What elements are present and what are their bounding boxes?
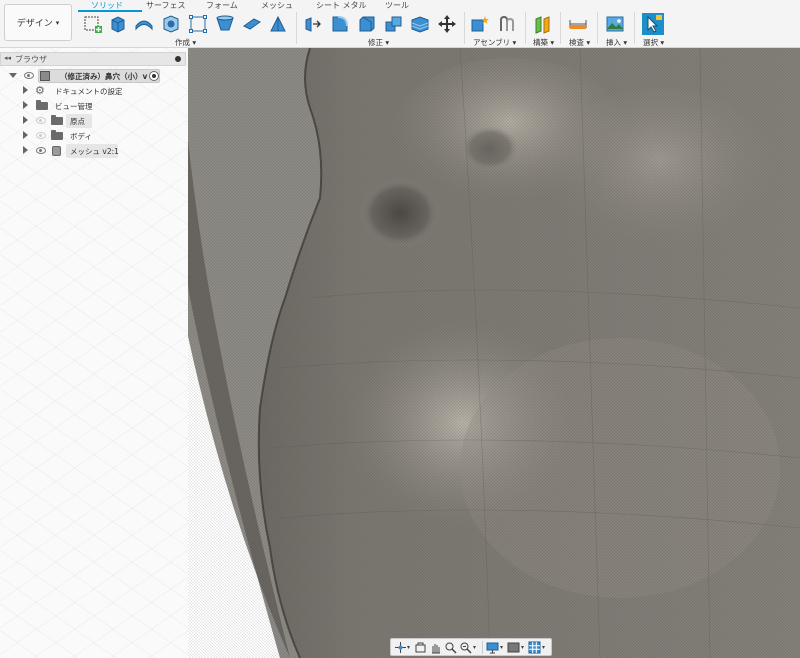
select-menu[interactable]: 選択 ▾	[643, 37, 664, 48]
construct-menu[interactable]: 構築 ▾	[533, 37, 554, 48]
expand-triangle-icon[interactable]	[23, 86, 28, 94]
chevron-down-icon: ▾	[55, 18, 60, 27]
revolve-icon[interactable]	[134, 14, 154, 34]
rib-icon[interactable]	[242, 14, 262, 34]
extrude-icon[interactable]	[108, 14, 128, 34]
tree-item-mesh[interactable]: メッシュ v2:1	[0, 144, 188, 158]
tree-item-bodies[interactable]: ボディ	[0, 129, 188, 143]
active-tab-indicator	[78, 10, 142, 12]
folder-icon	[36, 100, 48, 110]
workspace-label: デザイン	[16, 19, 53, 29]
fusion-app-window: デザイン ▾ ソリッド サーフェス フォーム メッシュ シート メタル ツール	[0, 0, 800, 658]
new-component-icon[interactable]	[470, 14, 490, 34]
nav-divider	[482, 641, 483, 654]
tab-sheet-metal[interactable]: シート メタル	[316, 0, 367, 11]
visibility-eye-icon[interactable]	[36, 147, 46, 154]
tab-form[interactable]: フォーム	[206, 0, 238, 11]
hole-icon[interactable]	[161, 14, 181, 34]
collapse-panel-icon[interactable]: ◂◂	[4, 54, 11, 62]
tab-tools[interactable]: ツール	[385, 0, 409, 11]
press-pull-icon[interactable]	[303, 14, 323, 34]
tree-item-origin[interactable]: 原点	[0, 114, 188, 128]
combine-icon[interactable]	[384, 14, 404, 34]
chevron-down-icon[interactable]: ▾	[407, 644, 410, 651]
gear-icon: ⚙	[35, 84, 45, 97]
inspect-menu[interactable]: 検査 ▾	[569, 37, 590, 48]
chevron-down-icon[interactable]: ▾	[500, 644, 503, 651]
chamfer-icon[interactable]	[357, 14, 377, 34]
expand-triangle-icon[interactable]	[23, 116, 28, 124]
folder-icon	[51, 115, 63, 125]
pan-icon[interactable]	[429, 641, 442, 654]
look-at-icon[interactable]	[414, 641, 427, 654]
toolbar-divider	[296, 12, 297, 44]
toolbar-divider	[464, 12, 465, 44]
expand-triangle-icon[interactable]	[23, 131, 28, 139]
root-label: （修正済み）鼻穴（小）v	[60, 72, 148, 81]
grid-settings-icon[interactable]	[528, 641, 541, 654]
visibility-eye-icon[interactable]	[36, 117, 46, 124]
expand-triangle-icon[interactable]	[9, 73, 17, 78]
tab-mesh[interactable]: メッシュ	[261, 0, 293, 11]
expand-triangle-icon[interactable]	[23, 146, 28, 154]
fillet-icon[interactable]	[330, 14, 350, 34]
mesh-body-icon	[52, 146, 61, 156]
browser-title: ブラウザ	[15, 55, 47, 64]
expand-triangle-icon[interactable]	[23, 101, 28, 109]
component-icon	[40, 71, 50, 81]
assemble-menu[interactable]: アセンブリ ▾	[473, 37, 516, 48]
create-sketch-icon[interactable]	[83, 14, 103, 34]
tree-item-label: ビュー管理	[55, 102, 93, 111]
insert-menu[interactable]: 挿入 ▾	[606, 37, 627, 48]
tree-item-label: メッシュ v2:1	[70, 147, 119, 156]
toolbar-divider	[634, 12, 635, 44]
chevron-down-icon[interactable]: ▾	[542, 644, 545, 651]
tree-item-label: 原点	[70, 117, 85, 126]
mesh-model	[160, 48, 800, 658]
toolbar-divider	[525, 12, 526, 44]
tree-item-label: ボディ	[70, 132, 92, 141]
visibility-eye-icon[interactable]	[36, 132, 46, 139]
browser-header: ◂◂ ブラウザ	[0, 52, 186, 66]
measure-icon[interactable]	[568, 14, 588, 34]
display-settings-icon[interactable]	[486, 641, 499, 654]
toolbar-divider	[560, 12, 561, 44]
active-radio-icon[interactable]	[149, 71, 159, 81]
canvas-viewport[interactable]	[160, 48, 800, 658]
fit-icon[interactable]	[459, 641, 472, 654]
web-icon[interactable]	[268, 14, 288, 34]
pin-icon[interactable]	[175, 56, 181, 62]
visual-style-icon[interactable]	[507, 641, 520, 654]
tree-item-document-settings[interactable]: ⚙ ドキュメントの設定	[0, 84, 188, 98]
modify-menu[interactable]: 修正 ▾	[368, 37, 389, 48]
workspace-switcher-button[interactable]: デザイン ▾	[4, 4, 72, 41]
tree-root[interactable]: （修正済み）鼻穴（小）v	[0, 69, 188, 83]
shell-icon[interactable]	[410, 14, 430, 34]
joint-icon[interactable]	[497, 14, 517, 34]
insert-image-icon[interactable]	[605, 14, 625, 34]
chevron-down-icon[interactable]: ▾	[521, 644, 524, 651]
tree-item-label: ドキュメントの設定	[55, 87, 123, 96]
tree-item-named-views[interactable]: ビュー管理	[0, 99, 188, 113]
toolbar: デザイン ▾ ソリッド サーフェス フォーム メッシュ シート メタル ツール	[0, 0, 800, 48]
select-icon[interactable]	[642, 13, 664, 35]
create-menu[interactable]: 作成 ▾	[175, 37, 196, 48]
offset-plane-icon[interactable]	[533, 14, 553, 34]
browser-panel: ◂◂ ブラウザ （修正済み）鼻穴（小）v ⚙ ドキュメントの設定 ビュー管理 原…	[0, 48, 188, 658]
zoom-icon[interactable]	[444, 641, 457, 654]
move-icon[interactable]	[437, 14, 457, 34]
loft-icon[interactable]	[215, 14, 235, 34]
tab-surface[interactable]: サーフェス	[146, 0, 186, 11]
pattern-icon[interactable]	[188, 14, 208, 34]
toolbar-divider	[597, 12, 598, 44]
folder-icon	[51, 130, 63, 140]
chevron-down-icon[interactable]: ▾	[473, 644, 476, 651]
navigation-bar: ▾ ▾ ▾ ▾ ▾	[390, 638, 552, 656]
visibility-eye-icon[interactable]	[24, 72, 34, 79]
orbit-icon[interactable]	[394, 641, 407, 654]
